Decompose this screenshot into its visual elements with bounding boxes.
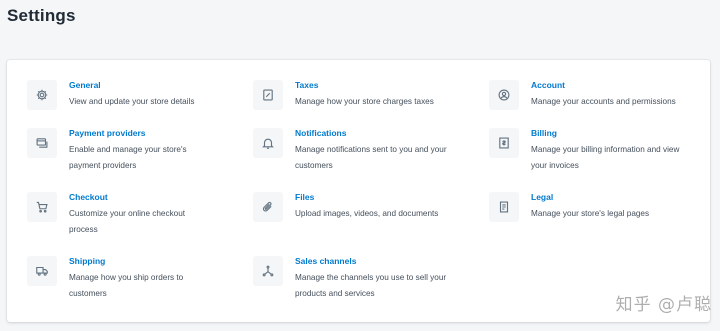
settings-item-description: Manage the channels you use to sell your… bbox=[295, 273, 447, 298]
settings-item-title: Account bbox=[531, 80, 565, 90]
payment-icon bbox=[27, 128, 57, 158]
settings-item-billing[interactable]: Billing Manage your billing information … bbox=[489, 128, 704, 180]
settings-item-title: Checkout bbox=[69, 192, 108, 202]
settings-item-description: Customize your online checkout process bbox=[69, 209, 186, 234]
settings-card: General View and update your store detai… bbox=[7, 60, 710, 322]
settings-item-description: Manage how you ship orders to customers bbox=[69, 273, 184, 298]
settings-item-files[interactable]: Files Upload images, videos, and documen… bbox=[253, 192, 463, 228]
watermark: 知乎 @卢聪 bbox=[615, 295, 712, 315]
settings-item-payment-providers[interactable]: Payment providers Enable and manage your… bbox=[27, 128, 227, 180]
settings-item-description: Upload images, videos, and documents bbox=[295, 209, 439, 218]
settings-item-title: Taxes bbox=[295, 80, 319, 90]
settings-item-title: Billing bbox=[531, 128, 557, 138]
settings-item-description: Manage notifications sent to you and you… bbox=[295, 145, 447, 170]
settings-item-description: Enable and manage your store's payment p… bbox=[69, 145, 187, 170]
settings-item-description: Manage how your store charges taxes bbox=[295, 97, 434, 106]
gear-icon bbox=[27, 80, 57, 110]
settings-item-description: View and update your store details bbox=[69, 97, 195, 106]
settings-item-title: Files bbox=[295, 192, 315, 202]
profile-icon bbox=[489, 80, 519, 110]
cart-icon bbox=[27, 192, 57, 222]
invoice-icon bbox=[489, 128, 519, 158]
settings-item-description: Manage your store's legal pages bbox=[531, 209, 650, 218]
settings-item-notifications[interactable]: Notifications Manage notifications sent … bbox=[253, 128, 463, 180]
settings-item-account[interactable]: Account Manage your accounts and permiss… bbox=[489, 80, 704, 116]
bell-icon bbox=[253, 128, 283, 158]
settings-item-title: Payment providers bbox=[69, 128, 146, 138]
page-title: Settings bbox=[7, 6, 76, 25]
paperclip-icon bbox=[253, 192, 283, 222]
settings-item-checkout[interactable]: Checkout Customize your online checkout … bbox=[27, 192, 227, 244]
settings-item-general[interactable]: General View and update your store detai… bbox=[27, 80, 227, 116]
settings-item-description: Manage your billing information and view… bbox=[531, 145, 680, 170]
settings-item-shipping[interactable]: Shipping Manage how you ship orders to c… bbox=[27, 256, 227, 308]
settings-item-description: Manage your accounts and permissions bbox=[531, 97, 676, 106]
document-icon bbox=[489, 192, 519, 222]
truck-icon bbox=[27, 256, 57, 286]
receipt-icon bbox=[253, 80, 283, 110]
settings-item-title: Legal bbox=[531, 192, 554, 202]
settings-item-title: Sales channels bbox=[295, 256, 357, 266]
settings-item-taxes[interactable]: Taxes Manage how your store charges taxe… bbox=[253, 80, 463, 116]
settings-item-sales-channels[interactable]: Sales channels Manage the channels you u… bbox=[253, 256, 463, 308]
settings-item-title: General bbox=[69, 80, 101, 90]
settings-item-title: Shipping bbox=[69, 256, 106, 266]
settings-item-legal[interactable]: Legal Manage your store's legal pages bbox=[489, 192, 704, 228]
channels-icon bbox=[253, 256, 283, 286]
settings-item-title: Notifications bbox=[295, 128, 347, 138]
